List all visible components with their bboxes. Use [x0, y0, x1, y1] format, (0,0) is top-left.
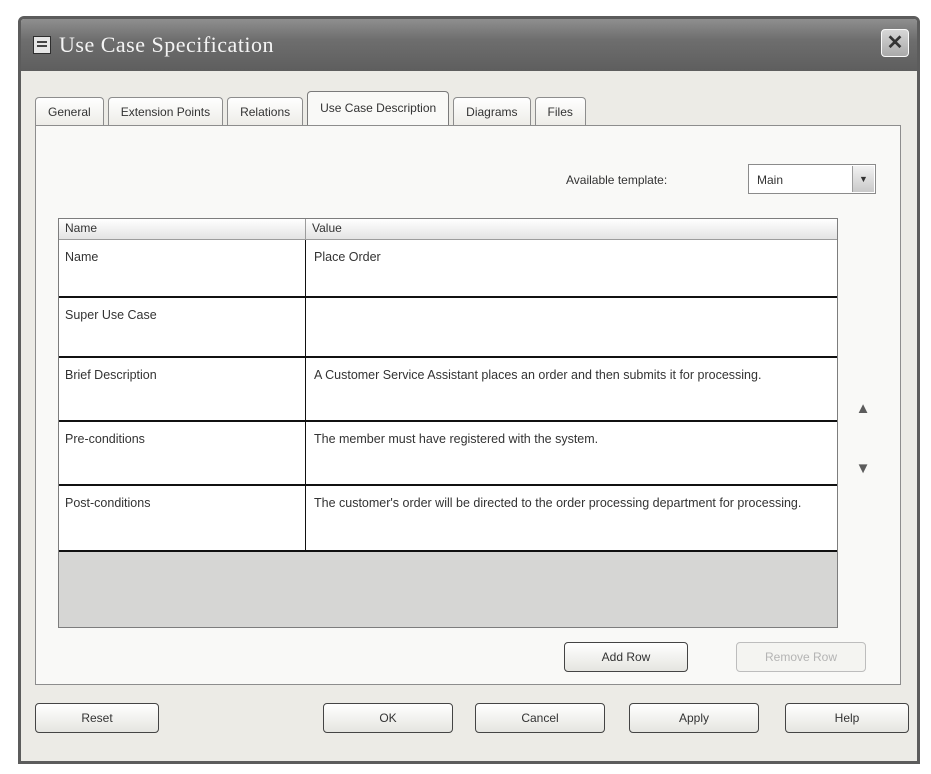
- tab-relations[interactable]: Relations: [227, 97, 304, 127]
- title-bar: Use Case Specification ✕: [21, 19, 917, 71]
- row-name-cell[interactable]: Brief Description: [59, 358, 306, 420]
- row-value-cell[interactable]: A Customer Service Assistant places an o…: [306, 358, 837, 420]
- dropdown-arrow-icon[interactable]: ▼: [852, 166, 874, 192]
- add-row-button[interactable]: Add Row: [564, 642, 688, 672]
- template-selected-value: Main: [757, 173, 784, 187]
- column-header-name[interactable]: Name: [59, 219, 306, 239]
- window-icon: [33, 36, 51, 54]
- table-header: Name Value: [59, 219, 837, 240]
- row-value-cell[interactable]: [306, 298, 837, 356]
- row-name-cell[interactable]: Super Use Case: [59, 298, 306, 356]
- apply-button[interactable]: Apply: [629, 703, 759, 733]
- use-case-specification-dialog: Use Case Specification ✕ General Extensi…: [18, 16, 920, 764]
- template-select[interactable]: Main ▼: [748, 164, 876, 194]
- table-row[interactable]: Super Use Case: [59, 298, 837, 358]
- ok-button[interactable]: OK: [323, 703, 453, 733]
- table-row[interactable]: Brief Description A Customer Service Ass…: [59, 358, 837, 422]
- down-arrow-icon[interactable]: ▼: [851, 458, 875, 480]
- description-table: Name Value Name Place Order Super Use Ca…: [58, 218, 838, 628]
- close-button[interactable]: ✕: [881, 29, 909, 57]
- available-template-label: Available template:: [566, 173, 668, 187]
- row-value-cell[interactable]: The member must have registered with the…: [306, 422, 837, 484]
- table-row[interactable]: Name Place Order: [59, 240, 837, 298]
- window-title: Use Case Specification: [59, 32, 275, 57]
- row-value-cell[interactable]: Place Order: [306, 240, 837, 296]
- tab-strip: General Extension Points Relations Use C…: [35, 89, 590, 127]
- tab-extension-points[interactable]: Extension Points: [107, 97, 224, 127]
- up-arrow-icon[interactable]: ▲: [851, 398, 875, 420]
- table-row[interactable]: Post-conditions The customer's order wil…: [59, 486, 837, 552]
- column-header-value[interactable]: Value: [306, 219, 837, 239]
- row-name-cell[interactable]: Post-conditions: [59, 486, 306, 550]
- use-case-description-panel: Available template: Main ▼ Name Value Na…: [35, 125, 901, 685]
- row-name-cell[interactable]: Pre-conditions: [59, 422, 306, 484]
- reset-button[interactable]: Reset: [35, 703, 159, 733]
- tab-use-case-description[interactable]: Use Case Description: [307, 91, 450, 127]
- help-button[interactable]: Help: [785, 703, 909, 733]
- row-value-cell[interactable]: The customer's order will be directed to…: [306, 486, 837, 550]
- tab-files[interactable]: Files: [534, 97, 586, 127]
- cancel-button[interactable]: Cancel: [475, 703, 605, 733]
- remove-row-button[interactable]: Remove Row: [736, 642, 866, 672]
- tab-general[interactable]: General: [35, 97, 104, 127]
- tab-diagrams[interactable]: Diagrams: [453, 97, 531, 127]
- table-row[interactable]: Pre-conditions The member must have regi…: [59, 422, 837, 486]
- row-name-cell[interactable]: Name: [59, 240, 306, 296]
